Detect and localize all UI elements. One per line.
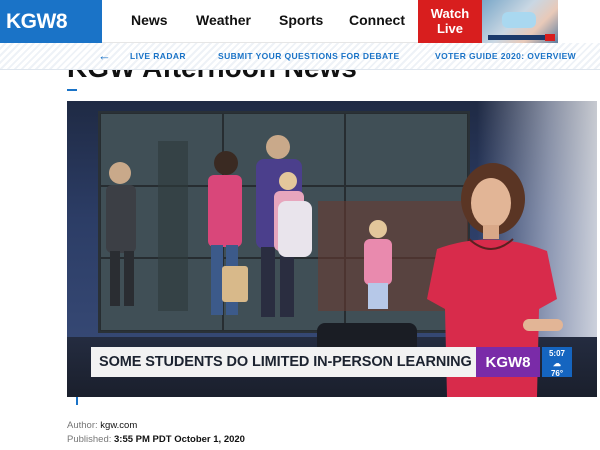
headline-accent: [67, 89, 77, 91]
lower-third-headline: SOME STUDENTS DO LIMITED IN-PERSON LEARN…: [99, 354, 472, 370]
nav-news[interactable]: News: [131, 12, 168, 28]
video-player[interactable]: SOME STUDENTS DO LIMITED IN-PERSON LEARN…: [67, 101, 597, 397]
nav-sports[interactable]: Sports: [279, 12, 323, 28]
author-label: Author:: [67, 420, 98, 431]
watch-live-button[interactable]: Watch Live: [418, 0, 482, 43]
watch-live-line2: Live: [436, 21, 463, 36]
trending-submit-questions[interactable]: SUBMIT YOUR QUESTIONS FOR DEBATE: [218, 51, 400, 61]
bug-time-text: 5:07: [548, 349, 565, 358]
header-right-area: [558, 0, 600, 43]
kgw-logo[interactable]: KGW8: [0, 0, 102, 43]
wall-cell: [222, 258, 346, 331]
watch-live-line1: Watch: [430, 6, 470, 21]
wall-cell: [222, 113, 346, 186]
wall-cell: [100, 185, 223, 259]
video-progress-marker: [76, 397, 78, 405]
trending-voter-guide[interactable]: VOTER GUIDE 2020: OVERVIEW: [435, 51, 576, 61]
wall-cell: [222, 185, 346, 259]
cloud-icon: ☁: [553, 359, 561, 368]
bug-temp-text: 76°: [550, 369, 564, 378]
arrow-left-icon[interactable]: ←: [98, 48, 111, 63]
article-published: Published: 3:55 PM PDT October 1, 2020: [67, 434, 245, 445]
article-author: Author: kgw.com: [67, 420, 137, 431]
published-label: Published:: [67, 434, 112, 445]
site-header: KGW8 News Weather Sports Connect Watch L…: [0, 0, 600, 43]
author-name[interactable]: kgw.com: [100, 420, 137, 431]
thumbnail-face-mask: [502, 12, 536, 28]
published-date: 3:55 PM PDT October 1, 2020: [114, 434, 245, 445]
time-weather-bug: 5:07 ☁ 76°: [542, 347, 572, 378]
trending-bar: ← LIVE RADAR SUBMIT YOUR QUESTIONS FOR D…: [0, 43, 600, 70]
nav-connect[interactable]: Connect: [349, 12, 405, 28]
logo-text: KGW8: [6, 9, 68, 33]
wall-cell: [100, 258, 223, 331]
trending-live-radar[interactable]: LIVE RADAR: [130, 51, 186, 61]
thumbnail-ticker: [488, 35, 552, 40]
thumbnail-badge: [545, 34, 555, 41]
live-stream-thumbnail[interactable]: [482, 0, 558, 43]
wall-cell: [100, 113, 223, 186]
channel-bug-logo: KGW8: [476, 347, 540, 377]
page: KGW Afternoon News KGW8 News Weather Spo…: [0, 0, 600, 450]
nav-weather[interactable]: Weather: [196, 12, 251, 28]
lower-third-banner: SOME STUDENTS DO LIMITED IN-PERSON LEARN…: [91, 347, 476, 377]
